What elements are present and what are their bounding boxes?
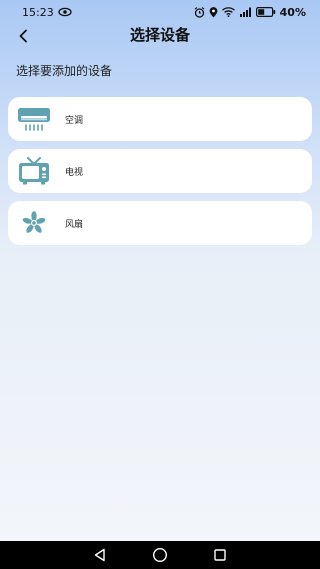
battery-icon [255, 7, 276, 17]
system-nav-bar [0, 541, 320, 569]
battery-percent: 40% [279, 5, 306, 19]
device-label-fan: 风扇 [65, 219, 84, 230]
fan-icon [17, 208, 51, 238]
tv-icon [17, 156, 51, 186]
triangle-back-icon [94, 548, 105, 562]
eye-icon [58, 7, 72, 17]
circle-home-icon [152, 547, 168, 563]
square-recents-icon [214, 549, 226, 561]
nav-home-button[interactable] [150, 545, 170, 565]
status-time: 15:23 [22, 5, 54, 19]
device-list: 空调 电视 风扇 [8, 97, 312, 253]
device-item-tv[interactable]: 电视 [8, 149, 312, 193]
nav-recents-button[interactable] [210, 545, 230, 565]
signal-icon [239, 7, 252, 17]
page-title: 选择设备 [129, 26, 190, 44]
nav-back-button[interactable] [90, 545, 110, 565]
device-item-air-conditioner[interactable]: 空调 [8, 97, 312, 141]
wifi-icon [221, 7, 235, 17]
location-icon [209, 6, 218, 18]
air-conditioner-icon [17, 104, 51, 134]
device-item-fan[interactable]: 风扇 [8, 201, 312, 245]
status-bar: 15:23 40% [0, 0, 320, 24]
device-label-air-conditioner: 空调 [65, 115, 84, 126]
device-label-tv: 电视 [65, 167, 84, 178]
title-bar: 选择设备 [0, 24, 320, 46]
alarm-icon [194, 6, 205, 18]
section-label: 选择要添加的设备 [16, 64, 113, 78]
